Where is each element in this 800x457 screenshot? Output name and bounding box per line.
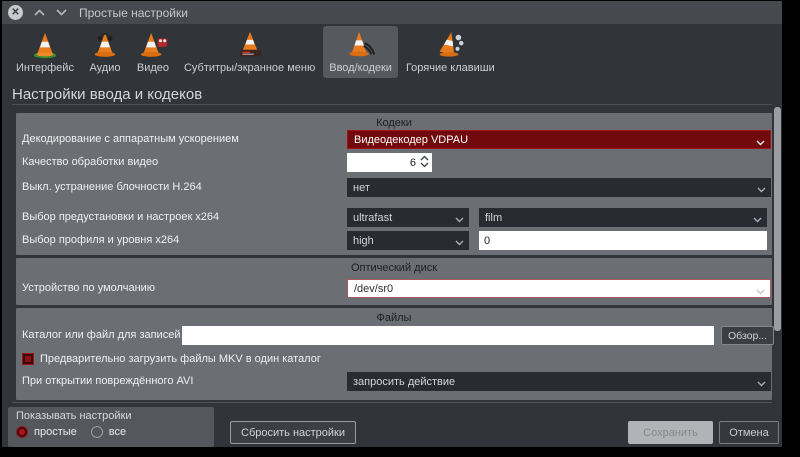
tab-interface[interactable]: Интерфейс (10, 26, 80, 78)
browse-button[interactable]: Обзор... (721, 326, 774, 345)
record-dir-label: Каталог или файл для записей (22, 326, 180, 345)
tab-audio[interactable]: Аудио (82, 26, 128, 78)
deblock-value: нет (353, 182, 370, 194)
codecs-group: Кодеки Декодирование с аппаратным ускоре… (16, 113, 772, 255)
damaged-avi-select[interactable]: запросить действие (347, 372, 771, 391)
tab-subtitles-osd[interactable]: Субтитры/экранное меню (178, 26, 321, 78)
footer-separator (12, 402, 772, 403)
radio-all-label: все (109, 426, 126, 438)
tab-video-label: Видео (137, 62, 169, 74)
chevron-down-icon (757, 184, 766, 196)
files-group: Файлы Каталог или файл для записей Обзор… (16, 308, 772, 400)
tab-subtitles-osd-label: Субтитры/экранное меню (184, 62, 315, 74)
cancel-button[interactable]: Отмена (719, 421, 779, 444)
heading-separator (12, 104, 772, 105)
tab-interface-label: Интерфейс (16, 62, 74, 74)
hw-decoding-value: Видеодекодер VDPAU (354, 134, 468, 146)
codecs-group-title: Кодеки (16, 117, 772, 129)
x264-level-input[interactable] (479, 231, 767, 250)
preload-mkv-checkbox[interactable] (22, 353, 34, 365)
preferences-window: ✕ Простые настройки Интерфейс Аудио Виде… (2, 1, 782, 447)
radio-simple-label: простые (34, 426, 77, 438)
x264-tune-select[interactable]: film (479, 208, 767, 227)
default-device-label: Устройство по умолчанию (22, 279, 155, 298)
files-group-title: Файлы (16, 312, 772, 324)
preferences-toolbar: Интерфейс Аудио Видео Субтитры/экранное … (2, 24, 782, 82)
shade-down-icon[interactable] (56, 9, 67, 16)
tab-video[interactable]: Видео (130, 26, 176, 78)
tab-input-codecs-label: Ввод/кодеки (329, 62, 392, 74)
optical-disc-group-title: Оптический диск (16, 262, 772, 274)
radio-simple-settings[interactable] (16, 426, 28, 438)
page-title: Настройки ввода и кодеков (12, 86, 202, 103)
hw-decoding-label: Декодирование с аппаратным ускорением (22, 130, 239, 149)
video-quality-value: 6 (410, 157, 416, 169)
default-device-value: /dev/sr0 (354, 283, 393, 295)
x264-preset-label: Выбор предустановки и настроек x264 (22, 208, 219, 227)
spin-down-icon[interactable] (420, 162, 429, 168)
record-dir-input[interactable] (182, 326, 714, 345)
vlc-cone-interface-icon (28, 30, 62, 60)
tab-input-codecs[interactable]: Ввод/кодеки (323, 26, 398, 78)
reset-settings-button[interactable]: Сбросить настройки (230, 421, 356, 444)
damaged-avi-value: запросить действие (353, 376, 455, 388)
close-icon[interactable]: ✕ (8, 5, 23, 20)
window-title: Простые настройки (79, 6, 188, 20)
chevron-down-icon (455, 214, 464, 226)
x264-tune-value: film (485, 212, 502, 224)
save-button[interactable]: Сохранить (628, 421, 713, 444)
spin-up-icon[interactable] (420, 155, 429, 161)
vlc-cone-input-codecs-icon (344, 30, 378, 60)
video-quality-label: Качество обработки видео (22, 153, 158, 172)
damaged-avi-label: При открытии повреждённого AVI (22, 372, 193, 391)
x264-preset-select[interactable]: ultrafast (347, 208, 469, 227)
shade-up-icon[interactable] (34, 9, 45, 16)
default-device-combobox[interactable]: /dev/sr0 (347, 279, 771, 298)
deblock-select[interactable]: нет (347, 178, 771, 197)
titlebar: ✕ Простые настройки (2, 1, 782, 24)
x264-profile-select[interactable]: high (347, 231, 469, 250)
chevron-down-icon (753, 214, 762, 226)
video-quality-stepper[interactable]: 6 (347, 153, 432, 172)
chevron-down-icon (757, 378, 766, 390)
deblock-label: Выкл. устранение блочности H.264 (22, 178, 202, 197)
hw-decoding-select[interactable]: Видеодекодер VDPAU (347, 130, 771, 149)
vertical-scrollbar[interactable] (774, 107, 781, 331)
show-settings-group: Показывать настройки простые все (8, 407, 214, 447)
vlc-cone-video-icon (136, 30, 170, 60)
optical-disc-group: Оптический диск Устройство по умолчанию … (16, 258, 772, 305)
tab-hotkeys[interactable]: Горячие клавиши (400, 26, 501, 78)
show-settings-label: Показывать настройки (16, 410, 206, 422)
x264-profile-label: Выбор профиля и уровня x264 (22, 231, 179, 250)
tab-audio-label: Аудио (89, 62, 120, 74)
chevron-down-icon (756, 137, 765, 149)
radio-all-settings[interactable] (91, 426, 103, 438)
chevron-down-icon (756, 286, 765, 298)
x264-preset-value: ultrafast (353, 212, 392, 224)
vlc-cone-hotkeys-icon (433, 30, 467, 60)
chevron-down-icon (455, 237, 464, 249)
preload-mkv-label: Предварительно загрузить файлы MKV в оди… (40, 353, 321, 366)
vlc-cone-audio-icon (88, 30, 122, 60)
x264-profile-value: high (353, 235, 374, 247)
vlc-cone-subtitles-icon (233, 30, 267, 60)
tab-hotkeys-label: Горячие клавиши (406, 62, 495, 74)
